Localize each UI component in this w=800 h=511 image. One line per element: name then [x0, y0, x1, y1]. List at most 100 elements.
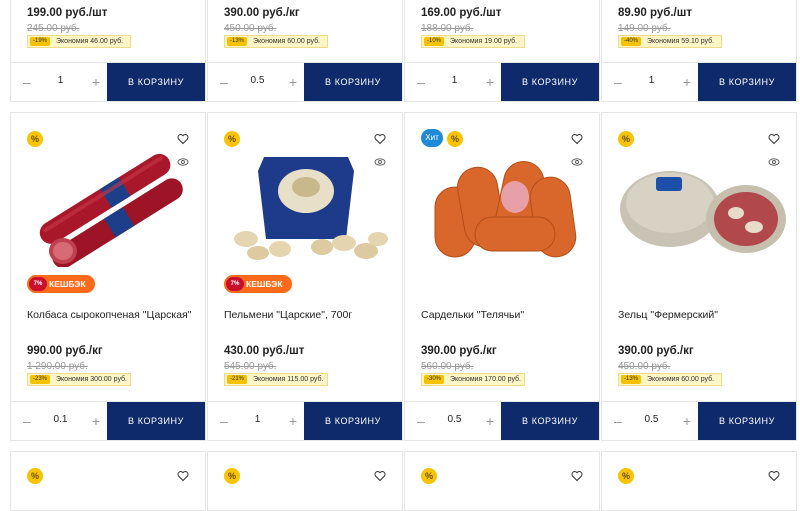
heart-icon[interactable]	[768, 470, 780, 482]
discount-badge: -40%	[621, 37, 641, 46]
discount-badge: -30%	[424, 375, 444, 384]
old-price: 560.00 руб.	[421, 361, 474, 372]
add-to-cart-button[interactable]: В КОРЗИНУ	[107, 402, 205, 440]
product-card[interactable]: %	[10, 451, 206, 511]
price: 990.00 руб./кг	[27, 345, 103, 357]
product-card[interactable]: 169.00 руб./шт 188.00 руб. -10% Экономия …	[404, 0, 600, 102]
product-card[interactable]: % 7% КЕШБЭК Пельмени "Царские", 700г 430.…	[207, 112, 403, 441]
plus-icon[interactable]: +	[92, 74, 100, 90]
plus-icon[interactable]: +	[486, 413, 494, 429]
quantity-stepper[interactable]: – 1 +	[602, 63, 701, 101]
plus-icon[interactable]: +	[92, 413, 100, 429]
add-to-cart-button[interactable]: В КОРЗИНУ	[107, 63, 205, 101]
add-to-cart-button[interactable]: В КОРЗИНУ	[304, 63, 402, 101]
savings-badge: -13% Экономия 60.00 руб.	[224, 35, 328, 48]
savings-text: Экономия 170.00 руб.	[450, 376, 521, 383]
quantity-stepper[interactable]: – 1 +	[208, 402, 307, 440]
quantity-stepper[interactable]: – 1 +	[405, 63, 504, 101]
product-title[interactable]: Пельмени "Царские", 700г	[224, 309, 352, 321]
cashback-percent: 7%	[226, 277, 244, 291]
plus-icon[interactable]: +	[486, 74, 494, 90]
savings-badge: -23% Экономия 300.00 руб.	[27, 373, 131, 386]
cashback-badge: 7% КЕШБЭК	[224, 275, 292, 293]
product-title[interactable]: Зельц "Фермерский"	[618, 309, 718, 321]
heart-icon[interactable]	[374, 470, 386, 482]
quantity-stepper[interactable]: – 0.5 +	[602, 402, 701, 440]
savings-text: Экономия 19.00 руб.	[450, 38, 518, 45]
add-to-cart-button[interactable]: В КОРЗИНУ	[501, 63, 599, 101]
discount-badge: -10%	[424, 37, 444, 46]
product-card[interactable]: % Зельц "Фермерский" 390.00 руб./кг 450.…	[601, 112, 797, 441]
savings-text: Экономия 60.00 руб.	[253, 38, 321, 45]
discount-percent-icon: %	[618, 468, 634, 484]
discount-percent-icon: %	[224, 468, 240, 484]
quantity-stepper[interactable]: – 0.1 +	[11, 402, 110, 440]
heart-icon[interactable]	[177, 470, 189, 482]
add-to-cart-button[interactable]: В КОРЗИНУ	[304, 402, 402, 440]
product-image-dumplings[interactable]	[218, 147, 394, 267]
savings-badge: -21% Экономия 115.00 руб.	[224, 373, 328, 386]
plus-icon[interactable]: +	[683, 74, 691, 90]
discount-percent-icon: %	[618, 131, 634, 147]
cashback-label: КЕШБЭК	[246, 279, 283, 289]
heart-icon[interactable]	[374, 133, 386, 145]
quantity-stepper[interactable]: – 1 +	[11, 63, 110, 101]
heart-icon[interactable]	[571, 470, 583, 482]
price: 390.00 руб./кг	[224, 7, 300, 19]
discount-badge: -23%	[30, 375, 50, 384]
buy-bar: – 0.1 + В КОРЗИНУ	[11, 401, 205, 440]
cashback-percent: 7%	[29, 277, 47, 291]
product-card[interactable]: 390.00 руб./кг 450.00 руб. -13% Экономия …	[207, 0, 403, 102]
product-card[interactable]: %	[404, 451, 600, 511]
savings-badge: -13% Экономия 60.00 руб.	[618, 373, 722, 386]
product-image-salami[interactable]	[21, 147, 197, 267]
plus-icon[interactable]: +	[683, 413, 691, 429]
add-to-cart-button[interactable]: В КОРЗИНУ	[698, 402, 796, 440]
discount-percent-icon: %	[447, 131, 463, 147]
old-price: 1 290.00 руб.	[27, 361, 88, 372]
price: 430.00 руб./шт	[224, 345, 305, 357]
product-card[interactable]: % 7% КЕШБЭК Колбаса сырокопченая "Царская…	[10, 112, 206, 441]
product-image-brawn[interactable]	[612, 147, 788, 267]
buy-bar: – 1 + В КОРЗИНУ	[405, 62, 599, 101]
old-price: 245.00 руб.	[27, 23, 80, 34]
buy-bar: – 1 + В КОРЗИНУ	[602, 62, 796, 101]
cashback-badge: 7% КЕШБЭК	[27, 275, 95, 293]
product-card[interactable]: Хит % Сардельки "Телячьи" 390.00 руб./кг…	[404, 112, 600, 441]
discount-percent-icon: %	[27, 131, 43, 147]
price: 169.00 руб./шт	[421, 7, 502, 19]
buy-bar: – 1 + В КОРЗИНУ	[208, 401, 402, 440]
savings-text: Экономия 60.00 руб.	[647, 376, 715, 383]
product-card[interactable]: %	[207, 451, 403, 511]
plus-icon[interactable]: +	[289, 74, 297, 90]
plus-icon[interactable]: +	[289, 413, 297, 429]
add-to-cart-button[interactable]: В КОРЗИНУ	[501, 402, 599, 440]
hit-badge: Хит	[421, 129, 443, 147]
savings-badge: -30% Экономия 170.00 руб.	[421, 373, 525, 386]
heart-icon[interactable]	[768, 133, 780, 145]
discount-badge: -19%	[30, 37, 50, 46]
product-image-sausages[interactable]	[415, 147, 591, 267]
quantity-stepper[interactable]: – 0.5 +	[208, 63, 307, 101]
quantity-stepper[interactable]: – 0.5 +	[405, 402, 504, 440]
product-card[interactable]: 89.90 руб./шт 149.00 руб. -40% Экономия 5…	[601, 0, 797, 102]
buy-bar: – 1 + В КОРЗИНУ	[11, 62, 205, 101]
old-price: 450.00 руб.	[618, 361, 671, 372]
buy-bar: – 0.5 + В КОРЗИНУ	[405, 401, 599, 440]
product-card[interactable]: %	[601, 451, 797, 511]
savings-text: Экономия 59.10 руб.	[647, 38, 715, 45]
heart-icon[interactable]	[177, 133, 189, 145]
product-title[interactable]: Сардельки "Телячьи"	[421, 309, 524, 321]
price: 89.90 руб./шт	[618, 7, 692, 19]
buy-bar: – 0.5 + В КОРЗИНУ	[602, 401, 796, 440]
discount-badge: -13%	[227, 37, 247, 46]
product-title[interactable]: Колбаса сырокопченая "Царская"	[27, 309, 191, 321]
price: 390.00 руб./кг	[618, 345, 694, 357]
savings-badge: -40% Экономия 59.10 руб.	[618, 35, 722, 48]
savings-badge: -19% Экономия 46.00 руб.	[27, 35, 131, 48]
old-price: 450.00 руб.	[224, 23, 277, 34]
add-to-cart-button[interactable]: В КОРЗИНУ	[698, 63, 796, 101]
heart-icon[interactable]	[571, 133, 583, 145]
discount-percent-icon: %	[224, 131, 240, 147]
product-card[interactable]: 199.00 руб./шт 245.00 руб. -19% Экономия …	[10, 0, 206, 102]
